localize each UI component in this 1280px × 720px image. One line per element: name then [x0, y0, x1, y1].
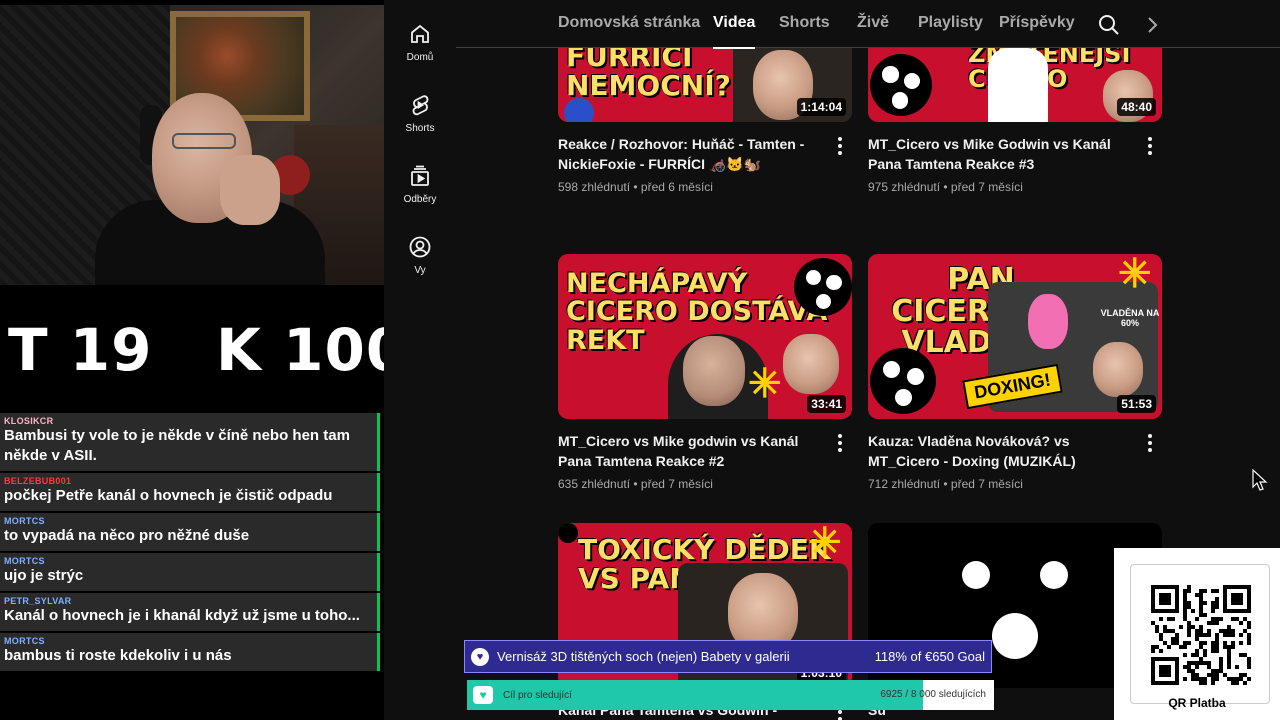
more-actions-icon[interactable]	[828, 431, 852, 455]
goal-progress: 118% of €650 Goal	[874, 649, 985, 664]
video-card[interactable]: ZMATENĚJŠÍ CICERO 48:40 MT_Cicero vs Mik…	[868, 48, 1162, 194]
chat-username: MORTCS	[4, 636, 45, 646]
sidebar-item-label: Domů	[406, 52, 434, 63]
counter-text: T 19 K 100	[8, 316, 384, 384]
video-meta: MT_Cicero vs Mike godwin vs Kanál Pana T…	[558, 431, 852, 491]
account-icon	[409, 236, 431, 258]
stream-overlay: T 19 K 100 KLOSIKCR Bambusi ty vole to j…	[0, 0, 384, 720]
starburst-decoration: ✳	[1118, 254, 1152, 296]
chat-text: ujo je strýc	[4, 567, 84, 584]
sidebar-item-home[interactable]: Domů	[384, 12, 456, 72]
tk-counter: T 19 K 100	[0, 290, 384, 410]
chat-username: BELZEBUB001	[4, 476, 72, 486]
screen: T 19 K 100 KLOSIKCR Bambusi ty vole to j…	[0, 0, 1280, 720]
chat-username: MORTCS	[4, 516, 45, 526]
follower-goal-widget: ♥ Cíl pro sledující 6925 / 8 000 sledují…	[467, 680, 994, 710]
thumbnail-text: FURRÍCI NEMOCNÍ?	[566, 48, 731, 103]
home-icon	[411, 24, 429, 43]
video-stats: 712 zhlédnutí • před 7 měsíci	[868, 477, 1023, 491]
sidebar-item-label: Vy	[414, 265, 426, 276]
sidebar: Domů Shorts Odběry Vy	[384, 0, 456, 720]
video-duration: 1:14:04	[796, 98, 846, 116]
chat-text: bambus ti roste kdekoliv i u nás	[4, 647, 232, 664]
chat-message: MORTCS bambus ti roste kdekoliv i u nás	[0, 633, 380, 671]
video-stats: 975 zhlédnutí • před 7 měsíci	[868, 180, 1023, 194]
chat-text: Kanál o hovnech je i khanál když už jsme…	[4, 607, 360, 624]
tab-live[interactable]: Živě	[857, 14, 889, 32]
search-icon[interactable]	[1097, 13, 1121, 37]
video-meta: MT_Cicero vs Mike Godwin vs Kanál Pana T…	[868, 134, 1162, 194]
video-card[interactable]: PAN CICERO VS VLADĚNA VLADĚNA NA 60% ✳ D…	[868, 254, 1162, 491]
video-stats: 598 zhlédnutí • před 6 měsíci	[558, 180, 713, 194]
video-thumbnail[interactable]: PAN CICERO VS VLADĚNA VLADĚNA NA 60% ✳ D…	[868, 254, 1162, 419]
video-thumbnail[interactable]: ZMATENĚJŠÍ CICERO 48:40	[868, 48, 1162, 122]
tab-playlists[interactable]: Playlisty	[918, 14, 983, 32]
tab-home[interactable]: Domovská stránka	[558, 14, 700, 32]
chat-message: BELZEBUB001 počkej Petře kanál o hovnech…	[0, 473, 380, 511]
sidebar-item-label: Odběry	[403, 194, 437, 205]
qr-label: QR Platba	[1168, 696, 1226, 710]
more-actions-icon[interactable]	[828, 134, 852, 158]
chat-message: KLOSIKCR Bambusi ty vole to je někde v č…	[0, 413, 380, 471]
video-card[interactable]: NECHÁPAVÝ CICERO DOSTÁVÁ REKT ✳ 33:41 MT…	[558, 254, 852, 491]
tab-posts[interactable]: Příspěvky	[999, 14, 1075, 32]
donation-goal-widget: ♥ Vernisáž 3D tištěných soch (nejen) Bab…	[464, 640, 992, 673]
tab-shorts[interactable]: Shorts	[779, 14, 830, 32]
starburst-decoration: ✳	[748, 362, 782, 406]
mouse-cursor-icon	[1252, 469, 1268, 491]
video-thumbnail[interactable]: NECHÁPAVÝ CICERO DOSTÁVÁ REKT ✳ 33:41	[558, 254, 852, 419]
tab-videos[interactable]: Videa	[713, 14, 756, 49]
shorts-icon	[412, 95, 429, 116]
video-stats: 635 zhlédnutí • před 7 měsíci	[558, 477, 713, 491]
dice-logo	[794, 258, 852, 316]
donation-icon: ♥	[471, 647, 489, 666]
video-title[interactable]: Reakce / Rozhovor: Huňáč - Tamten - Nick…	[558, 134, 822, 174]
starburst-decoration: ✳	[808, 523, 842, 565]
goal-title: Vernisáž 3D tištěných soch (nejen) Babet…	[497, 648, 790, 664]
follower-goal-count: 6925 / 8 000 sledujících	[880, 689, 986, 700]
dice-logo	[870, 348, 936, 414]
chat-text: počkej Petře kanál o hovnech je čistič o…	[4, 487, 333, 504]
video-meta: Reakce / Rozhovor: Huňáč - Tamten - Nick…	[558, 134, 852, 194]
qr-payment-widget: QR Platba	[1114, 548, 1280, 720]
channel-tabs: Domovská stránka Videa Shorts Živě Playl…	[456, 0, 1280, 49]
chat-message: PETR_SYLVAR Kanál o hovnech je i khanál …	[0, 593, 380, 631]
chat-username: MORTCS	[4, 556, 45, 566]
follower-icon: ♥	[473, 686, 493, 704]
chat-message: MORTCS ujo je strýc	[0, 553, 380, 591]
subscriptions-icon	[411, 165, 429, 186]
qr-frame	[1130, 564, 1270, 704]
sidebar-item-label: Shorts	[405, 123, 435, 134]
more-actions-icon[interactable]	[1138, 134, 1162, 158]
video-title[interactable]: MT_Cicero vs Mike godwin vs Kanál Pana T…	[558, 431, 822, 471]
video-title[interactable]: MT_Cicero vs Mike Godwin vs Kanál Pana T…	[868, 134, 1132, 174]
video-duration: 33:41	[807, 395, 846, 413]
dice-logo	[870, 54, 932, 116]
more-actions-icon[interactable]	[1138, 431, 1162, 455]
follower-goal-label: Cíl pro sledující	[503, 689, 572, 701]
chat-box: KLOSIKCR Bambusi ty vole to je někde v č…	[0, 413, 384, 720]
chat-username: PETR_SYLVAR	[4, 596, 72, 606]
video-duration: 48:40	[1117, 98, 1156, 116]
chevron-right-icon[interactable]	[1140, 13, 1164, 37]
video-duration: 51:53	[1117, 395, 1156, 413]
qr-code	[1151, 585, 1251, 685]
sidebar-item-subscriptions[interactable]: Odběry	[384, 154, 456, 214]
sidebar-item-shorts[interactable]: Shorts	[384, 83, 456, 143]
chat-message: MORTCS to vypadá na něco pro něžné duše	[0, 513, 380, 551]
chat-text: to vypadá na něco pro něžné duše	[4, 527, 250, 544]
sidebar-item-you[interactable]: Vy	[384, 225, 456, 285]
video-thumbnail[interactable]: FURRÍCI NEMOCNÍ? 1:14:04	[558, 48, 852, 122]
video-meta: Kauza: Vladěna Nováková? vs MT_Cicero - …	[868, 431, 1162, 491]
chat-username: KLOSIKCR	[4, 416, 54, 426]
video-card[interactable]: FURRÍCI NEMOCNÍ? 1:14:04 Reakce / Rozhov…	[558, 48, 852, 194]
webcam-feed	[0, 5, 384, 285]
chat-text: Bambusi ty vole to je někde v číně nebo …	[4, 427, 350, 464]
video-title[interactable]: Kauza: Vladěna Nováková? vs MT_Cicero - …	[868, 431, 1132, 471]
thumbnail-note: VLADĚNA NA 60%	[1100, 308, 1160, 328]
